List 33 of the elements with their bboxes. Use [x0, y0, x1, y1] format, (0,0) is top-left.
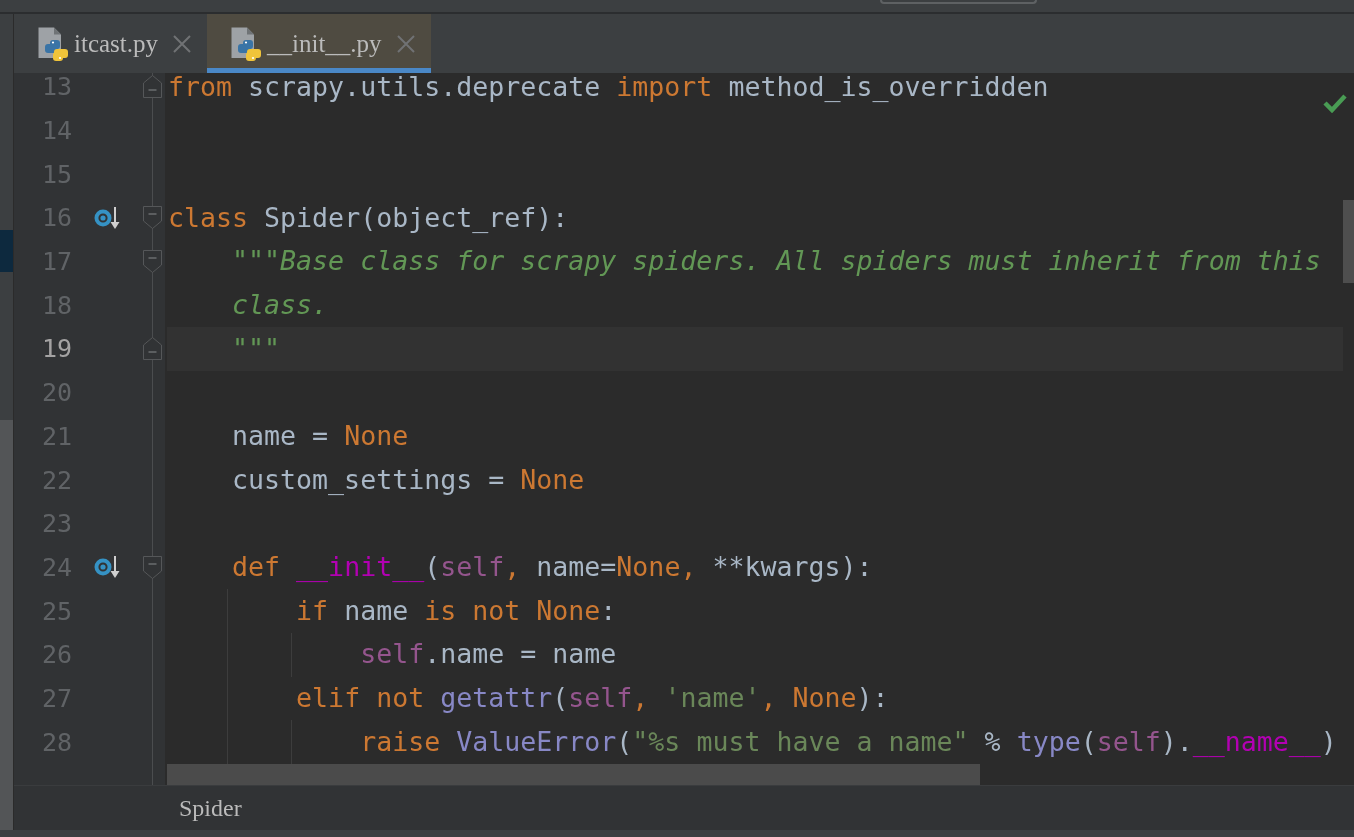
editor-tab[interactable]: __init__.py [207, 14, 431, 73]
breadcrumb-item[interactable]: Spider [179, 794, 242, 822]
line-number: 19 [41, 336, 72, 362]
file-icon [231, 27, 261, 61]
ring-down-arrow-icon[interactable] [94, 205, 120, 230]
code-line: raise ValueError("%s must have a name" % type(self).__name__) [360, 728, 1337, 756]
editor-tab[interactable]: itcast.py [14, 14, 207, 73]
fold-minus-icon[interactable] [143, 75, 162, 99]
code-line: name = None [232, 423, 409, 450]
code-line: if name is not None: [296, 597, 617, 625]
code-line: """ [232, 335, 281, 363]
fold-minus-icon[interactable] [143, 337, 162, 361]
code-line: custom_settings = None [232, 466, 585, 494]
checkmark-icon[interactable] [1323, 93, 1347, 113]
code-line: self.name = name [360, 641, 617, 669]
side-panel-scrollbar-thumb[interactable] [0, 420, 13, 830]
code-line: class. [232, 292, 329, 319]
ring-down-arrow-icon[interactable] [94, 555, 120, 580]
code-line: elif not getattr(self, 'name', None): [296, 685, 889, 712]
tree-selection-highlight [0, 230, 13, 272]
code-line: from scrapy.utils.deprecate import method_is_overridden [168, 73, 1049, 101]
code-line: def __init__(self, name=None, **kwargs): [232, 554, 873, 581]
code-editor[interactable] [165, 73, 1343, 785]
fold-minus-icon[interactable] [143, 206, 162, 230]
fold-minus-icon[interactable] [143, 250, 162, 274]
fold-minus-icon[interactable] [143, 555, 162, 579]
file-icon [38, 27, 68, 61]
code-line: """Base class for scrapy spiders. All spiders must inherit from this [232, 248, 1321, 275]
scrollbar-thumb[interactable] [1343, 200, 1354, 283]
code-line: class Spider(object_ref): [168, 204, 569, 232]
toolbar-combo-box[interactable] [880, 0, 1037, 4]
close-icon[interactable] [173, 35, 191, 53]
close-icon[interactable] [396, 35, 415, 53]
